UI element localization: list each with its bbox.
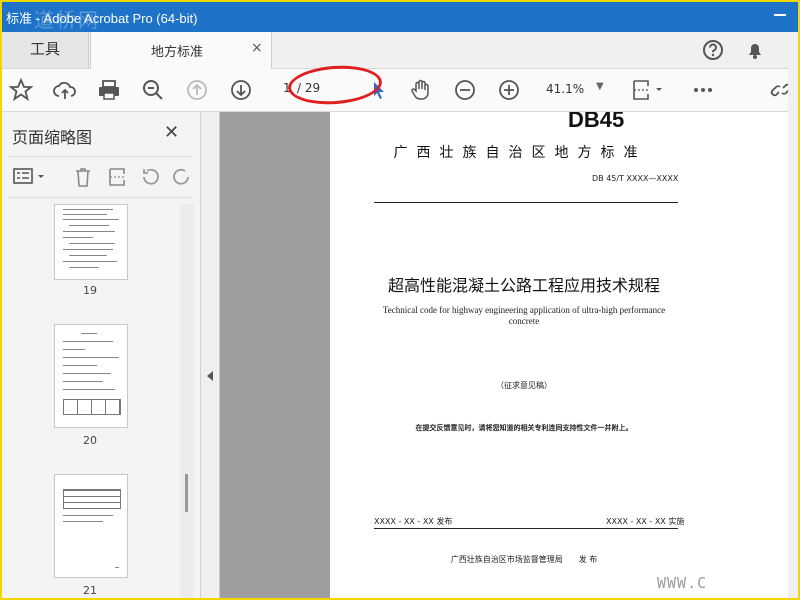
right-scroll-strip[interactable] xyxy=(788,32,798,598)
watermark-bottom: WWW.C xyxy=(657,574,708,592)
thumbnail-options-icon[interactable] xyxy=(12,165,48,189)
thumbnail-page[interactable] xyxy=(54,204,128,280)
title-bar: 道桥网 标准 - Adobe Acrobat Pro (64-bit) xyxy=(2,2,798,32)
print-icon[interactable] xyxy=(96,77,122,103)
document-title-cn: 超高性能混凝土公路工程应用技术规程 xyxy=(387,276,660,295)
zoom-out-search-icon[interactable] xyxy=(140,77,166,103)
standard-type: 广西壮族自治区地方标准 xyxy=(393,145,647,161)
thumbnail-page[interactable] xyxy=(54,474,128,578)
zoom-in-icon[interactable] xyxy=(496,77,522,103)
tab-bar: 工具 地方标准 × xyxy=(2,32,798,69)
help-icon[interactable] xyxy=(700,37,726,63)
thumbnail-page[interactable] xyxy=(54,324,128,428)
panel-title: 页面缩略图 xyxy=(12,128,93,147)
page-thumbnails-panel: 页面缩略图 ✕ 19 20 21 xyxy=(2,112,201,598)
patent-note: 在提交反馈意见时，请将您知道的相关专利连同支持性文件一并附上。 xyxy=(415,424,633,432)
insert-page-icon[interactable] xyxy=(106,165,128,189)
rotate-counterclockwise-icon[interactable] xyxy=(138,165,162,189)
document-title-en: Technical code for highway engineering a… xyxy=(382,305,666,326)
tab-tools[interactable]: 工具 xyxy=(2,32,89,68)
pdf-page: DB45 广西壮族自治区地方标准 DB 45/T XXXX—XXXX 超高性能混… xyxy=(330,112,704,598)
more-options-icon[interactable] xyxy=(690,77,716,103)
thumbnail-label: 19 xyxy=(83,284,97,297)
release-date: XXXX - XX - XX 发布 xyxy=(374,517,453,526)
draft-label: （征求意见稿） xyxy=(496,381,552,390)
tab-close-icon[interactable]: × xyxy=(251,40,263,56)
document-view[interactable]: DB45 广西壮族自治区地方标准 DB 45/T XXXX—XXXX 超高性能混… xyxy=(220,112,704,598)
standard-number: DB 45/T XXXX—XXXX xyxy=(592,174,679,183)
standard-code: DB45 xyxy=(568,112,625,128)
panel-close-icon[interactable]: ✕ xyxy=(164,122,179,143)
collapse-arrow-icon[interactable] xyxy=(207,371,213,381)
cloud-upload-icon[interactable] xyxy=(52,77,78,103)
top-rule xyxy=(374,202,678,203)
zoom-dropdown[interactable]: 41.1% ▼ xyxy=(542,79,612,101)
scrollbar-thumb[interactable] xyxy=(185,474,188,512)
rotate-clockwise-icon[interactable] xyxy=(170,165,192,189)
minimize-button[interactable] xyxy=(774,6,788,20)
thumbnail-label: 20 xyxy=(83,434,97,447)
right-gutter xyxy=(704,112,798,598)
effective-date: XXXX - XX - XX 实施 xyxy=(606,517,685,526)
thumbnail-list: 19 20 21 xyxy=(2,204,182,598)
page-layout-icon[interactable] xyxy=(630,77,666,103)
hand-tool-icon[interactable] xyxy=(408,77,434,103)
panel-collapse-strip[interactable] xyxy=(201,112,220,598)
main-toolbar: 1 / 29 41.1% ▼ xyxy=(2,69,798,112)
panel-toolbar xyxy=(8,156,192,198)
delete-page-icon[interactable] xyxy=(72,165,94,189)
zoom-value: 41.1% xyxy=(546,82,585,96)
thumbnail-scrollbar[interactable] xyxy=(180,204,194,598)
publisher: 广西壮族自治区市场监督管理局 发 布 xyxy=(450,555,598,564)
window-title: 标准 - Adobe Acrobat Pro (64-bit) xyxy=(6,11,198,26)
acrobat-window: 道桥网 标准 - Adobe Acrobat Pro (64-bit) 工具 地… xyxy=(0,0,800,600)
bottom-rule xyxy=(374,528,678,529)
bell-icon[interactable] xyxy=(742,37,768,63)
next-page-icon[interactable] xyxy=(228,77,254,103)
zoom-out-icon[interactable] xyxy=(452,77,478,103)
thumbnail-label: 21 xyxy=(83,584,97,597)
tab-document-label: 地方标准 xyxy=(151,45,204,60)
previous-page-icon[interactable] xyxy=(184,77,210,103)
bookmark-star-icon[interactable] xyxy=(8,77,34,103)
tab-document[interactable]: 地方标准 × xyxy=(90,32,272,69)
chevron-down-icon: ▼ xyxy=(596,81,604,92)
